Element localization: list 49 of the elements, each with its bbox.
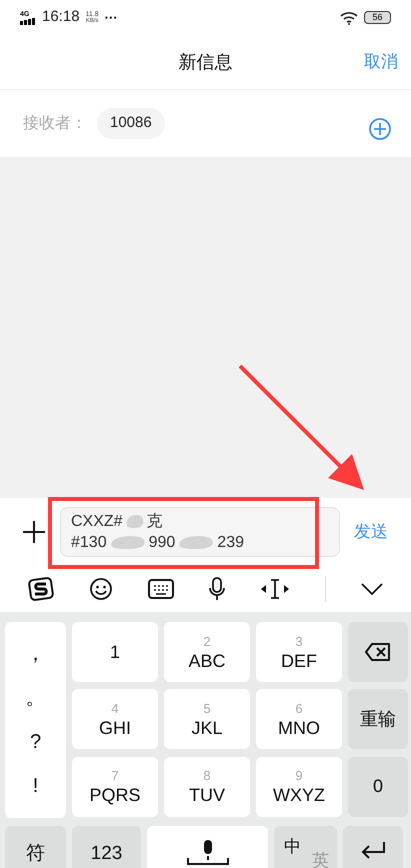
redaction-smudge xyxy=(126,513,144,529)
letter-key[interactable]: 3 DEF xyxy=(256,622,342,682)
plus-icon[interactable] xyxy=(22,520,46,544)
battery-indicator: 56 xyxy=(364,11,391,24)
space-key[interactable] xyxy=(147,826,268,868)
message-text: 239 xyxy=(217,532,244,552)
language-key[interactable]: 中 英 xyxy=(274,826,337,868)
letter-key[interactable]: 9 WXYZ xyxy=(256,756,342,817)
smiley-icon xyxy=(88,576,113,600)
letter-key[interactable]: 4 GHI xyxy=(72,689,158,750)
message-input[interactable]: CXXZ# 克 #130 990 239 xyxy=(60,506,340,556)
backspace-key[interactable] xyxy=(348,622,408,682)
symbol-key[interactable]: ， xyxy=(26,639,46,669)
enter-icon xyxy=(359,840,387,860)
symbol-key[interactable]: ! xyxy=(32,771,38,801)
collapse-keyboard-icon xyxy=(361,582,384,594)
message-text: 990 xyxy=(148,532,176,552)
clock: 16:18 xyxy=(42,7,80,28)
letter-key[interactable]: 8 TUV xyxy=(164,756,250,817)
symbol-key[interactable]: ? xyxy=(30,727,42,757)
letter-key[interactable]: 2 ABC xyxy=(164,622,250,682)
function-key[interactable]: 重输 xyxy=(348,689,408,750)
function-key[interactable]: 符 xyxy=(5,826,66,868)
symbol-key[interactable]: 。 xyxy=(26,683,46,713)
message-text: #130 xyxy=(71,532,107,552)
letter-key[interactable]: 7 PQRS xyxy=(72,756,158,817)
enter-key[interactable] xyxy=(343,826,403,868)
signal-icon xyxy=(20,18,36,24)
message-text: 克 xyxy=(146,512,163,532)
sogou-logo-icon xyxy=(28,576,54,602)
letter-key[interactable]: 1 xyxy=(72,622,158,682)
recipient-label: 接收者： xyxy=(23,114,87,134)
letter-key[interactable]: 5 JKL xyxy=(164,689,250,750)
recipient-chip[interactable]: 10086 xyxy=(97,108,165,139)
microphone-icon xyxy=(208,576,225,600)
function-key[interactable]: 123 xyxy=(72,826,141,868)
add-recipient-icon[interactable] xyxy=(369,118,391,140)
more-indicator: ··· xyxy=(104,8,118,27)
cursor-move-icon xyxy=(260,578,290,600)
redaction-smudge xyxy=(178,534,214,550)
keyboard-icon xyxy=(148,578,174,598)
redaction-smudge xyxy=(110,534,146,550)
backspace-icon xyxy=(364,642,392,662)
microphone-space-icon xyxy=(186,840,230,868)
message-text: CXXZ# xyxy=(71,512,123,532)
screen-title: 新信息 xyxy=(178,50,232,74)
wifi-icon xyxy=(340,10,358,24)
letter-key[interactable]: 6 MNO xyxy=(256,689,342,750)
function-key[interactable]: 0 xyxy=(348,756,408,817)
